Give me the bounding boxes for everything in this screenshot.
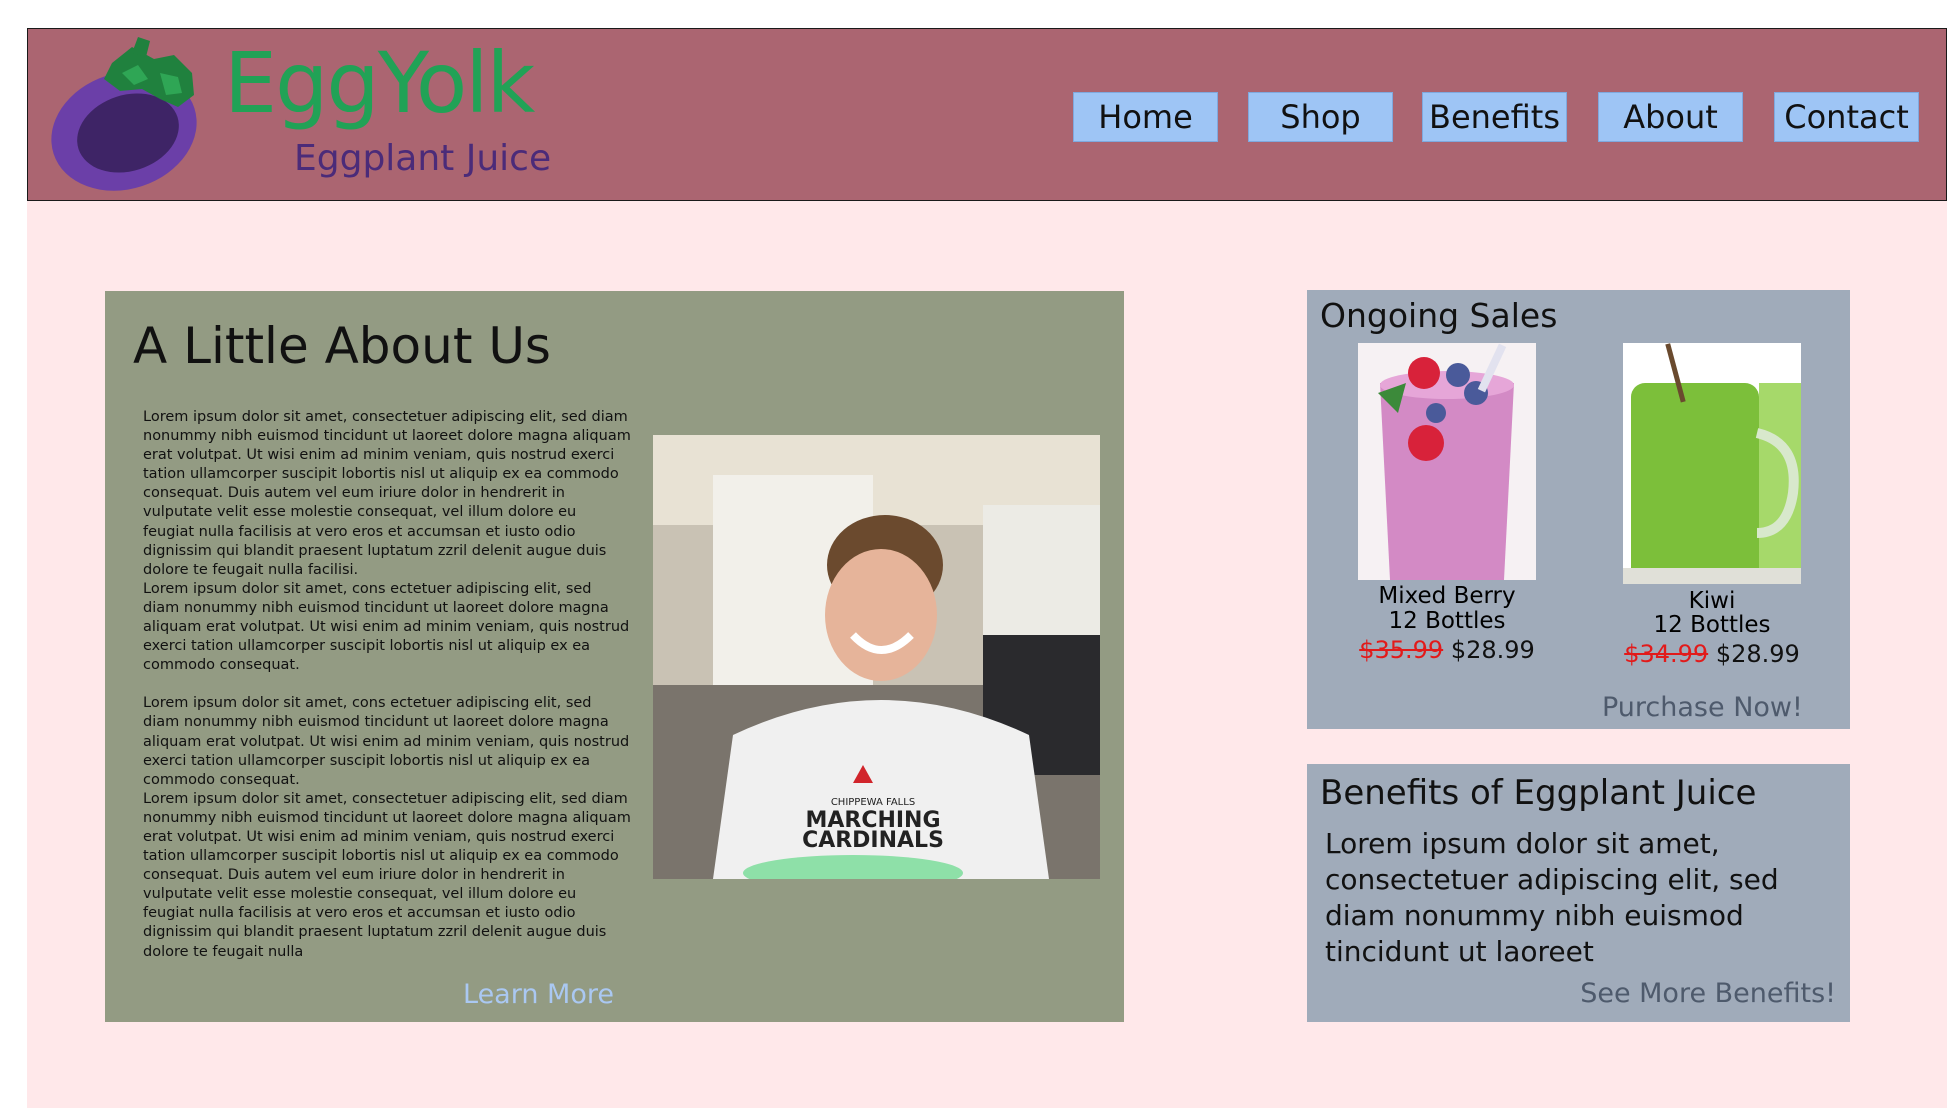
brand-subtitle: Eggplant Juice	[294, 138, 552, 179]
about-panel: A Little About Us Lorem ipsum dolor sit …	[105, 291, 1124, 1022]
benefits-title: Benefits of Eggplant Juice	[1320, 773, 1757, 813]
ongoing-sales-panel: Ongoing Sales Mixed Berry 12 Bottles $35…	[1307, 290, 1850, 729]
learn-more-link[interactable]: Learn More	[463, 979, 614, 1010]
sale-price: $28.99	[1715, 640, 1800, 668]
product-quantity: 12 Bottles	[1388, 608, 1506, 634]
nav-contact-button[interactable]: Contact	[1774, 92, 1919, 142]
mixed-berry-smoothie-image	[1358, 343, 1536, 580]
nav-home-button[interactable]: Home	[1073, 92, 1218, 142]
about-paragraph: Lorem ipsum dolor sit amet, cons ectetue…	[143, 695, 630, 788]
sales-title: Ongoing Sales	[1320, 296, 1558, 335]
about-paragraph: Lorem ipsum dolor sit amet, consectetuer…	[143, 409, 631, 578]
product-name: Kiwi	[1688, 588, 1736, 614]
about-body-text: Lorem ipsum dolor sit amet, consectetuer…	[143, 408, 631, 962]
about-paragraph: Lorem ipsum dolor sit amet, cons ectetue…	[143, 580, 630, 674]
product-price: $35.99 $28.99	[1327, 638, 1567, 662]
kiwi-smoothie-image	[1623, 343, 1801, 584]
old-price: $34.99	[1624, 640, 1709, 668]
about-paragraph: Lorem ipsum dolor sit amet, consectetuer…	[143, 790, 631, 960]
product-price: $34.99 $28.99	[1592, 642, 1832, 666]
product-name: Mixed Berry	[1378, 583, 1516, 609]
nav-shop-button[interactable]: Shop	[1248, 92, 1393, 142]
nav-benefits-button[interactable]: Benefits	[1422, 92, 1567, 142]
shirt-text-line3: CARDINALS	[802, 828, 944, 853]
shirt-text-line1: CHIPPEWA FALLS	[831, 797, 915, 808]
purchase-now-link[interactable]: Purchase Now!	[1602, 692, 1803, 723]
nav-about-button[interactable]: About	[1598, 92, 1743, 142]
site-header: EggYolk Eggplant Juice Home Shop Benefit…	[27, 28, 1947, 201]
about-title: A Little About Us	[133, 317, 551, 375]
eggplant-logo-icon	[51, 37, 197, 191]
benefits-panel: Benefits of Eggplant Juice Lorem ipsum d…	[1307, 764, 1850, 1022]
old-price: $35.99	[1359, 636, 1444, 664]
sale-price: $28.99	[1450, 636, 1535, 664]
about-photo: CHIPPEWA FALLS MARCHING CARDINALS	[653, 435, 1100, 879]
benefits-body-text: Lorem ipsum dolor sit amet, consectetuer…	[1325, 827, 1779, 968]
brand-name: EggYolk	[224, 34, 535, 132]
see-more-benefits-link[interactable]: See More Benefits!	[1580, 978, 1836, 1009]
product-quantity: 12 Bottles	[1653, 612, 1771, 638]
